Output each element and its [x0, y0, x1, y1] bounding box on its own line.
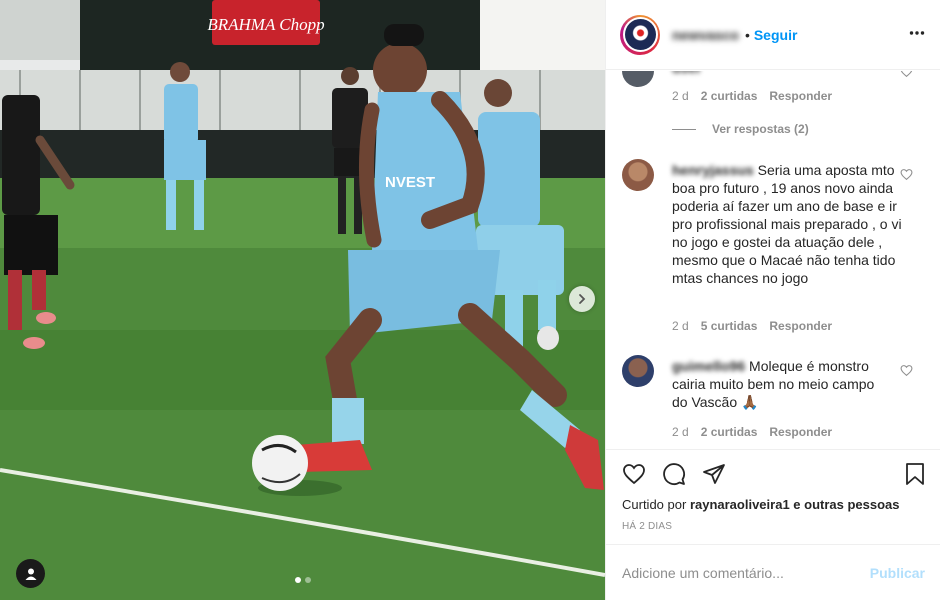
commenter-username[interactable]: henryjassus — [672, 162, 754, 178]
liked-suffix[interactable]: e outras pessoas — [793, 497, 899, 512]
heart-icon — [900, 365, 913, 377]
post-actions: Curtido por raynaraoliveira1 e outras pe… — [606, 449, 940, 544]
commenter-username[interactable]: user — [672, 71, 702, 76]
heart-icon — [900, 169, 913, 181]
post-photo[interactable]: BRAHMA Chopp NVEST — [0, 0, 605, 600]
author-username[interactable]: newvasco — [672, 27, 739, 43]
tagged-users-button[interactable] — [16, 559, 45, 588]
banner-text: BRAHMA Chopp — [207, 15, 324, 34]
like-comment-button[interactable] — [900, 364, 913, 382]
commenter-avatar[interactable] — [622, 355, 654, 387]
like-comment-button[interactable] — [900, 168, 913, 186]
reply-button[interactable]: Responder — [769, 319, 832, 333]
liked-prefix: Curtido por — [622, 497, 687, 512]
reply-button[interactable]: Responder — [769, 89, 832, 103]
view-replies-button[interactable]: Ver respostas (2) — [672, 122, 809, 136]
comment-likes[interactable]: 2 curtidas — [701, 89, 758, 103]
view-replies-label: Ver respostas (2) — [712, 122, 809, 136]
comment-bubble-icon — [663, 463, 685, 485]
heart-icon — [900, 71, 913, 78]
more-options-button[interactable] — [909, 25, 925, 46]
more-horizontal-icon — [909, 31, 925, 35]
comment-input[interactable] — [622, 564, 870, 581]
follow-button[interactable]: Seguir — [754, 27, 798, 43]
save-button[interactable] — [903, 462, 927, 491]
chevron-right-icon — [579, 294, 586, 304]
post-timestamp[interactable]: HÁ 2 DIAS — [622, 521, 672, 532]
paper-plane-icon — [703, 464, 725, 484]
comment-text: Seria uma aposta mto boa pro futuro , 19… — [672, 162, 902, 286]
comment-time: 2 d — [672, 89, 689, 103]
publish-button[interactable]: Publicar — [870, 565, 925, 581]
comments-list[interactable]: user 2 d 2 curtidas Responder Ver respos… — [606, 71, 940, 449]
next-slide-button[interactable] — [569, 286, 595, 312]
carousel-dot-active — [295, 577, 301, 583]
commenter-avatar[interactable] — [622, 71, 654, 87]
carousel-dot — [305, 577, 311, 583]
heart-icon — [623, 464, 645, 485]
sponsor-text: NVEST — [385, 174, 435, 191]
user-tag-icon — [25, 568, 36, 580]
like-comment-button[interactable] — [900, 71, 913, 83]
match-photo-illustration: BRAHMA Chopp NVEST — [0, 0, 605, 600]
comment-button[interactable] — [662, 462, 686, 491]
commenter-username[interactable]: guimello96 — [672, 358, 745, 374]
author-avatar[interactable] — [620, 14, 660, 55]
bookmark-icon — [906, 463, 924, 485]
like-button[interactable] — [622, 462, 646, 491]
post-header: newvasco • Seguir — [606, 0, 940, 70]
add-comment-bar: Publicar — [606, 544, 940, 600]
liked-user[interactable]: raynaraoliveira1 — [690, 497, 790, 512]
carousel-indicator — [295, 577, 311, 583]
post-sidebar: newvasco • Seguir user 2 d 2 curtidas Re… — [605, 0, 940, 600]
comment-likes[interactable]: 2 curtidas — [701, 425, 758, 439]
commenter-avatar[interactable] — [622, 159, 654, 191]
separator-dot: • — [744, 26, 750, 43]
share-button[interactable] — [702, 462, 726, 491]
comment-time: 2 d — [672, 319, 689, 333]
comment-likes[interactable]: 5 curtidas — [701, 319, 758, 333]
comment-time: 2 d — [672, 425, 689, 439]
liked-by-text: Curtido por raynaraoliveira1 e outras pe… — [622, 497, 900, 512]
reply-button[interactable]: Responder — [769, 425, 832, 439]
